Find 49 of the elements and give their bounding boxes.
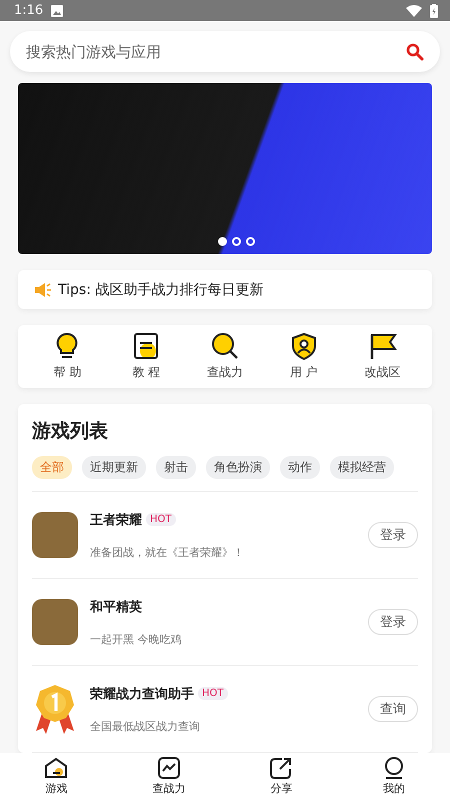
nav-label[interactable]: 游戏 bbox=[45, 781, 68, 796]
carousel-dot[interactable] bbox=[232, 237, 241, 246]
filter-chip[interactable]: 模拟经营 bbox=[330, 456, 394, 480]
hot-badge: HOT bbox=[146, 513, 176, 526]
game-description: 全国最低战区战力查询 bbox=[90, 718, 201, 734]
wifi-icon bbox=[406, 4, 422, 17]
game-description: 一起开黑 今晚吃鸡 bbox=[90, 632, 182, 647]
nav-label[interactable]: 我的 bbox=[382, 781, 405, 796]
nav-label[interactable]: 查战力 bbox=[152, 781, 186, 796]
shortcut-label[interactable]: 查战力 bbox=[206, 364, 243, 382]
home-icon[interactable] bbox=[44, 757, 68, 780]
search-icon[interactable] bbox=[406, 42, 424, 61]
flag-icon[interactable] bbox=[368, 332, 397, 360]
shortcut-label[interactable]: 帮 助 bbox=[53, 364, 82, 382]
tips-text: Tips: 战区助手战力排行每日更新 bbox=[58, 280, 264, 299]
image-icon bbox=[51, 4, 64, 17]
filter-chip[interactable]: 射击 bbox=[156, 456, 196, 480]
nav-label[interactable]: 分享 bbox=[270, 781, 292, 796]
user-shield-icon[interactable] bbox=[290, 332, 317, 360]
game-icon-placeholder bbox=[32, 599, 78, 646]
search-field[interactable]: 搜索热门游戏与应用 bbox=[10, 31, 440, 72]
search-input[interactable]: 搜索热门游戏与应用 bbox=[24, 42, 406, 62]
game-title: 和平精英 bbox=[90, 598, 142, 616]
action-button[interactable]: 查询 bbox=[368, 696, 418, 722]
hot-badge: HOT bbox=[198, 687, 228, 700]
lightbulb-icon[interactable] bbox=[54, 332, 80, 360]
shortcut-label[interactable]: 改战区 bbox=[364, 364, 401, 382]
action-button[interactable]: 登录 bbox=[368, 522, 418, 548]
battery-icon bbox=[430, 4, 438, 18]
game-icon-placeholder bbox=[32, 512, 78, 558]
status-time: 1:16 bbox=[14, 3, 44, 18]
action-button[interactable]: 登录 bbox=[368, 609, 418, 636]
share-icon[interactable] bbox=[270, 757, 292, 780]
shortcut-label[interactable]: 教 程 bbox=[132, 364, 160, 382]
speaker-icon bbox=[34, 282, 52, 298]
carousel-dot[interactable] bbox=[246, 237, 255, 246]
shortcut-label[interactable]: 用 户 bbox=[290, 364, 318, 382]
carousel-dot[interactable] bbox=[218, 237, 227, 246]
filter-chip[interactable]: 近期更新 bbox=[82, 456, 146, 480]
filter-chip[interactable]: 动作 bbox=[280, 456, 320, 480]
game-title: 荣耀战力查询助手 bbox=[90, 686, 194, 703]
section-title: 游戏列表 bbox=[32, 419, 109, 444]
filter-chip[interactable]: 角色扮演 bbox=[206, 456, 270, 480]
chart-icon[interactable] bbox=[158, 757, 180, 780]
game-title: 王者荣耀 bbox=[90, 512, 142, 529]
user-icon[interactable] bbox=[382, 757, 405, 780]
document-icon[interactable] bbox=[133, 332, 160, 360]
game-description: 准备团战，就在《王者荣耀》！ bbox=[90, 544, 245, 560]
magnifier-icon[interactable] bbox=[210, 332, 239, 360]
